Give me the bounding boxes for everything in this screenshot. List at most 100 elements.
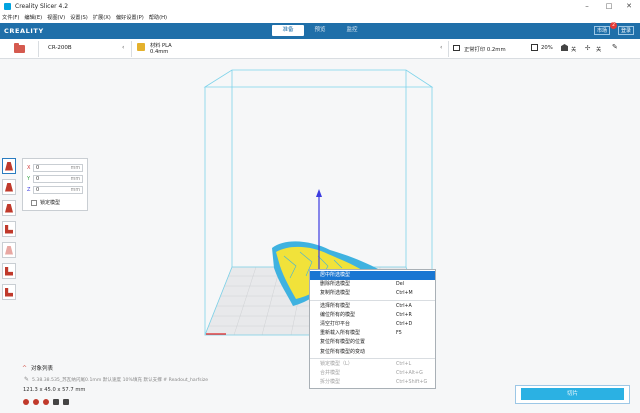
login-button[interactable]: 登录: [618, 26, 635, 35]
creality-logo: CREALITY: [4, 27, 44, 35]
per-model-settings-button[interactable]: [2, 242, 16, 258]
menu-item-label: 居中所选模型: [320, 272, 351, 278]
divider: [131, 41, 132, 57]
object-list-toggle[interactable]: ^ 对象列表: [22, 364, 53, 373]
view-front-icon[interactable]: [33, 399, 39, 405]
adhesion-icon: ✢: [585, 44, 591, 52]
menu-item-label: 选择所有模型: [320, 302, 351, 309]
marketplace-button[interactable]: 市场: [594, 26, 611, 35]
view-left-icon[interactable]: [53, 399, 59, 405]
scale-icon: [5, 182, 13, 192]
slice-button[interactable]: 切片: [521, 388, 624, 400]
menu-item-shortcut: Ctrl+R: [396, 312, 412, 318]
stage-tabs: 准备 预览 监控: [272, 25, 368, 36]
divider: [448, 41, 449, 57]
y-unit: mm: [70, 177, 80, 182]
close-button[interactable]: ✕: [618, 0, 640, 12]
move-panel: X 0 mm Y 0 mm Z 0 mm 锁定模型: [22, 158, 88, 211]
menu-item-shortcut: Ctrl+Alt+G: [396, 370, 423, 376]
menu-help[interactable]: 帮助(H): [149, 14, 167, 21]
menu-item-label: 复位所有模型的位置: [320, 339, 366, 346]
view-3d-icon[interactable]: [23, 399, 29, 405]
y-position-input[interactable]: 0 mm: [33, 175, 83, 183]
printer-selector[interactable]: CR-200B: [48, 45, 72, 51]
notification-badge: 2: [610, 22, 617, 29]
lock-model-checkbox[interactable]: [31, 199, 37, 206]
menu-item-reset-positions[interactable]: 复位所有模型的位置: [310, 338, 435, 347]
menu-item-split-model: 拆分模型 Ctrl+Shift+G: [310, 378, 435, 387]
title-bar: Creality Slicer 4.2 – □ ✕: [0, 0, 640, 12]
move-tool-button[interactable]: [2, 158, 16, 174]
z-row: Z 0 mm: [27, 186, 83, 194]
menu-item-select-all[interactable]: 选择所有模型 Ctrl+A: [310, 302, 435, 311]
menu-item-arrange-all[interactable]: 编位所有的模型 Ctrl+R: [310, 311, 435, 320]
layout-tool-button[interactable]: [2, 284, 16, 300]
print-profile-selector[interactable]: 正常打印 0.2mm: [464, 45, 506, 53]
menu-item-shortcut: Ctrl+L: [396, 361, 412, 367]
menu-item-shortcut: Ctrl+A: [396, 303, 412, 309]
menu-bar: 文件(F) 编辑(E) 视图(V) 设置(S) 扩展(X) 偏好设置(P) 帮助…: [0, 12, 640, 23]
menu-separator: [310, 299, 435, 301]
menu-preferences[interactable]: 偏好设置(P): [116, 14, 144, 21]
menu-item-reload-all[interactable]: 重新载入所有模型 F5: [310, 329, 435, 338]
menu-item-reset-transforms[interactable]: 复位所有模型的变动: [310, 348, 435, 357]
maximize-button[interactable]: □: [598, 0, 620, 12]
menu-file[interactable]: 文件(F): [2, 14, 19, 21]
x-position-value: 0: [36, 165, 40, 171]
rotate-tool-button[interactable]: [2, 200, 16, 216]
menu-item-center-selected[interactable]: 居中所选模型: [310, 271, 435, 281]
adhesion-value[interactable]: 关: [596, 45, 601, 53]
view-icons: [23, 399, 73, 405]
view-right-icon[interactable]: [63, 399, 69, 405]
nozzle-size: 0.4mm: [150, 49, 169, 55]
object-name: 5.38.38.535_苏瓦纳闪尾0.1mm 默认速度 10%填充 默认支撑 #…: [32, 377, 209, 383]
chevron-left-icon[interactable]: ‹: [440, 44, 442, 51]
mirror-tool-button[interactable]: [2, 221, 16, 237]
x-position-input[interactable]: 0 mm: [33, 164, 83, 172]
per-model-settings-icon: [5, 245, 13, 255]
menu-item-shortcut: Del: [396, 282, 404, 288]
support-value[interactable]: 关: [571, 45, 576, 53]
menu-item-delete-selected[interactable]: 删除所选模型 Del: [310, 280, 435, 289]
tab-preview[interactable]: 预览: [304, 25, 336, 36]
support-blocker-button[interactable]: [2, 263, 16, 279]
transform-tools: [2, 158, 18, 305]
support-icon: [561, 44, 568, 51]
edit-settings-icon[interactable]: ✎: [612, 43, 618, 51]
minimize-button[interactable]: –: [576, 0, 598, 12]
menu-view[interactable]: 视图(V): [47, 14, 65, 21]
menu-extensions[interactable]: 扩展(X): [93, 14, 111, 21]
z-position-input[interactable]: 0 mm: [33, 186, 83, 194]
menu-item-label: 锁定模型（L）: [320, 360, 353, 367]
x-row: X 0 mm: [27, 164, 83, 172]
menu-item-merge-models: 合并模型 Ctrl+Alt+G: [310, 369, 435, 378]
object-list-item[interactable]: ✎ 5.38.38.535_苏瓦纳闪尾0.1mm 默认速度 10%填充 默认支撑…: [24, 376, 208, 383]
menu-item-clear-plate[interactable]: 清空打印平台 Ctrl+D: [310, 320, 435, 329]
scale-tool-button[interactable]: [2, 179, 16, 195]
tab-monitor[interactable]: 监控: [336, 25, 368, 36]
window-title: Creality Slicer 4.2: [15, 2, 69, 10]
material-spool-icon: [137, 43, 145, 51]
menu-item-label: 清空打印平台: [320, 320, 351, 327]
lock-model-row[interactable]: 锁定模型: [31, 199, 60, 206]
z-position-value: 0: [36, 187, 40, 193]
menu-item-label: 合并模型: [320, 369, 341, 376]
material-selector[interactable]: 材料 PLA: [150, 42, 172, 49]
y-row: Y 0 mm: [27, 175, 83, 183]
view-top-icon[interactable]: [43, 399, 49, 405]
menu-item-label: 删除所选模型: [320, 281, 351, 288]
menu-item-shortcut: Ctrl+D: [396, 321, 413, 327]
support-blocker-icon: [5, 266, 13, 276]
move-icon: [5, 161, 13, 171]
folder-icon: [13, 43, 25, 53]
menu-settings[interactable]: 设置(S): [70, 14, 88, 21]
tab-prepare[interactable]: 准备: [272, 25, 304, 36]
menu-edit[interactable]: 编辑(E): [24, 14, 42, 21]
y-position-value: 0: [36, 176, 40, 182]
app-icon: [4, 2, 11, 10]
open-file-button[interactable]: [4, 42, 34, 56]
settings-toolbar: CR-200B ‹ 材料 PLA 0.4mm ‹ 正常打印 0.2mm 20% …: [0, 39, 640, 59]
menu-item-copy-selected[interactable]: 复制所选模型 Ctrl+M: [310, 289, 435, 298]
chevron-left-icon[interactable]: ‹: [122, 44, 124, 51]
infill-value[interactable]: 20%: [541, 45, 553, 51]
